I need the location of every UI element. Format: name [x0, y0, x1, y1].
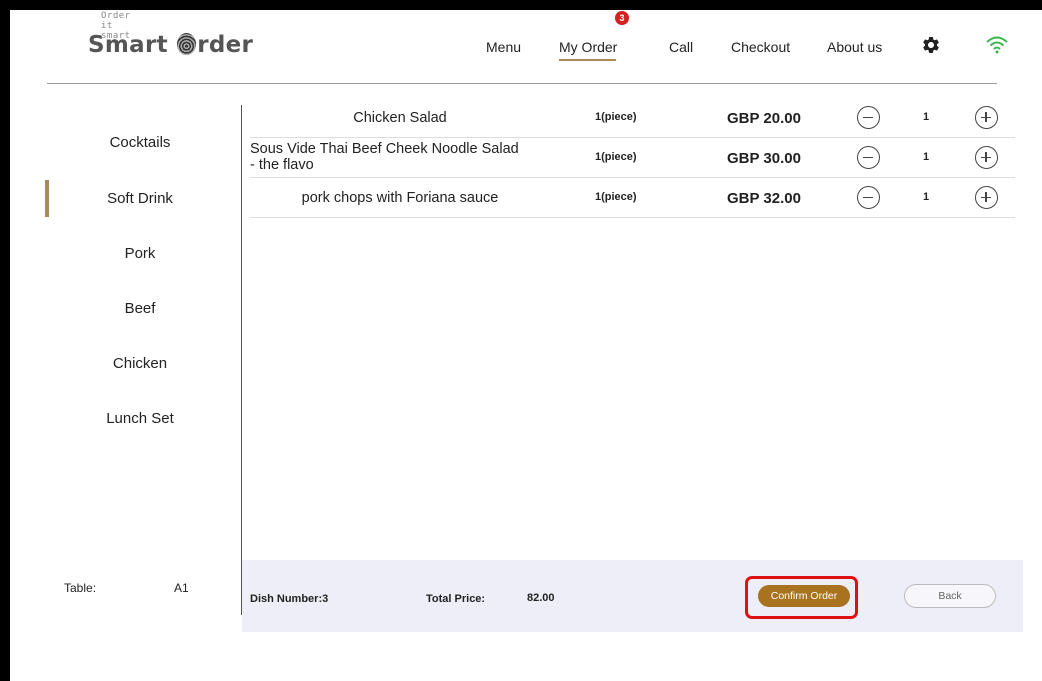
nav-my-order[interactable]: My Order	[559, 39, 617, 55]
dish-quantity: 1	[923, 111, 930, 123]
brand-name-prefix: Smart	[88, 32, 168, 58]
sidebar-item-lunch-set[interactable]: Lunch Set	[40, 410, 240, 427]
dish-quantity: 1	[923, 151, 930, 163]
order-row: pork chops with Foriana sauce 1(piece) G…	[250, 178, 1015, 218]
brand-name: Smart rder	[88, 32, 253, 58]
brand-name-suffix: rder	[197, 32, 254, 58]
dish-price: GBP 20.00	[727, 110, 801, 127]
increase-quantity-icon[interactable]	[975, 186, 998, 209]
nav-active-underline	[559, 59, 616, 61]
confirm-order-button[interactable]: Confirm Order	[758, 585, 850, 607]
back-button[interactable]: Back	[904, 584, 996, 608]
dish-unit: 1(piece)	[595, 111, 637, 123]
nav-menu[interactable]: Menu	[486, 39, 521, 55]
table-value: A1	[174, 581, 189, 595]
dish-quantity: 1	[923, 191, 930, 203]
gear-icon[interactable]	[921, 35, 941, 55]
app-window: Order it smart Smart rder Menu My Order …	[10, 10, 1042, 681]
order-row: Chicken Salad 1(piece) GBP 20.00 1	[250, 98, 1015, 138]
order-summary-bar: Dish Number:3 Total Price: 82.00 Confirm…	[242, 560, 1023, 632]
increase-quantity-icon[interactable]	[975, 146, 998, 169]
table-label: Table:	[64, 581, 97, 595]
dish-unit: 1(piece)	[595, 151, 637, 163]
increase-quantity-icon[interactable]	[975, 106, 998, 129]
sidebar-item-soft-drink[interactable]: Soft Drink	[40, 190, 240, 207]
sidebar-item-cocktails[interactable]: Cocktails	[40, 134, 240, 151]
decrease-quantity-icon[interactable]	[857, 186, 880, 209]
order-row: Sous Vide Thai Beef Cheek Noodle Salad -…	[250, 138, 1015, 178]
dish-name-line2: - the flavo	[250, 157, 314, 173]
fingerprint-icon	[177, 33, 197, 55]
sidebar-item-chicken[interactable]: Chicken	[40, 355, 240, 372]
nav-call[interactable]: Call	[669, 39, 693, 55]
sidebar-divider	[241, 105, 242, 615]
order-count-badge: 3	[615, 11, 629, 25]
dish-name: Chicken Salad	[353, 110, 447, 126]
dish-name: pork chops with Foriana sauce	[301, 190, 499, 206]
dish-number: Dish Number:3	[250, 593, 329, 605]
decrease-quantity-icon[interactable]	[857, 106, 880, 129]
wifi-icon	[986, 36, 1008, 54]
dish-name-line1: Sous Vide Thai Beef Cheek Noodle Salad	[250, 141, 519, 157]
dish-price: GBP 32.00	[727, 190, 801, 207]
dish-price: GBP 30.00	[727, 150, 801, 167]
nav-about-us[interactable]: About us	[827, 39, 882, 55]
total-price-value: 82.00	[527, 592, 555, 604]
nav-checkout[interactable]: Checkout	[731, 39, 790, 55]
sidebar-item-pork[interactable]: Pork	[40, 245, 240, 262]
header-divider	[47, 83, 997, 84]
dish-name: Sous Vide Thai Beef Cheek Noodle Salad -…	[250, 141, 550, 173]
sidebar-item-beef[interactable]: Beef	[40, 300, 240, 317]
total-price-label: Total Price:	[426, 593, 486, 605]
decrease-quantity-icon[interactable]	[857, 146, 880, 169]
dish-unit: 1(piece)	[595, 191, 637, 203]
